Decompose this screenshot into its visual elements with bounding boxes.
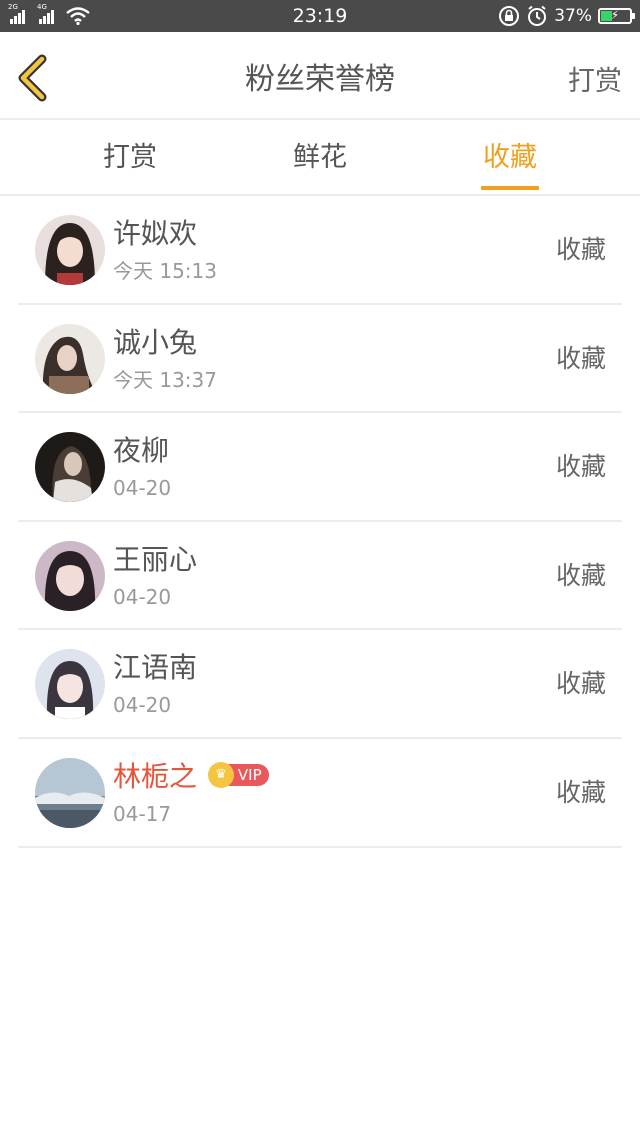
- tab-bar: 打赏 鲜花 收藏: [0, 120, 640, 196]
- avatar: [35, 432, 105, 503]
- battery-charging-icon: ⚡: [598, 8, 635, 24]
- list-item[interactable]: 江语南 04-20 收藏: [18, 630, 622, 739]
- fan-time: 04-20: [113, 584, 172, 609]
- rotation-lock-icon: [499, 6, 520, 26]
- fan-action-label: 收藏: [555, 452, 606, 482]
- fan-action-label: 收藏: [555, 777, 606, 807]
- reward-button[interactable]: 打赏: [568, 62, 622, 102]
- fan-time: 今天 15:13: [113, 259, 217, 283]
- fan-action-label: 收藏: [555, 235, 606, 264]
- fan-name-text: 林栀之: [113, 759, 198, 793]
- fan-time: 04-20: [113, 476, 172, 501]
- avatar: [35, 757, 105, 828]
- crown-icon: ♛: [207, 761, 234, 788]
- nav-bar: 粉丝荣誉榜 打赏: [0, 32, 640, 120]
- status-bar: 2G 4G 23:19 37% ⚡: [0, 0, 640, 32]
- page-title: 粉丝荣誉榜: [245, 62, 395, 97]
- charging-bolt-icon: ⚡: [610, 8, 620, 22]
- vip-badge: ♛ VIP: [207, 761, 269, 788]
- fan-action-label: 收藏: [555, 343, 606, 373]
- list-item[interactable]: 夜柳 04-20 收藏: [18, 413, 622, 522]
- battery-percent: 37%: [554, 6, 592, 26]
- fan-time: 04-20: [113, 693, 172, 718]
- vip-label: VIP: [227, 763, 269, 786]
- avatar: [35, 540, 105, 611]
- tab-flowers[interactable]: 鲜花: [260, 138, 380, 178]
- active-tab-indicator: [481, 186, 539, 190]
- fan-name: 夜柳: [113, 434, 170, 468]
- tab-reward[interactable]: 打赏: [70, 138, 190, 178]
- fan-name: 林栀之 ♛ VIP: [113, 757, 269, 797]
- status-right: 37% ⚡: [498, 4, 635, 28]
- fan-action-label: 收藏: [555, 560, 606, 590]
- fan-list: 许姒欢 今天 15:13 收藏 诚小兔 今天 13:37 收藏 夜柳 04-20…: [0, 196, 640, 848]
- fan-action-label: 收藏: [555, 669, 606, 699]
- avatar: [35, 323, 105, 394]
- tab-favorites[interactable]: 收藏: [450, 138, 570, 178]
- avatar: [35, 649, 105, 720]
- fan-name: 王丽心: [113, 542, 198, 576]
- avatar: [35, 215, 105, 285]
- list-item[interactable]: 诚小兔 今天 13:37 收藏: [18, 305, 622, 414]
- alarm-icon: [528, 5, 547, 26]
- fan-time: 今天 13:37: [113, 367, 217, 392]
- fan-name: 江语南: [113, 651, 198, 685]
- list-item[interactable]: 王丽心 04-20 收藏: [18, 522, 622, 631]
- list-item[interactable]: 许姒欢 今天 15:13 收藏: [18, 196, 622, 305]
- fan-time: 04-17: [113, 801, 172, 826]
- fan-name: 许姒欢: [113, 217, 198, 250]
- fan-name: 诚小兔: [113, 325, 198, 359]
- list-item[interactable]: 林栀之 ♛ VIP 04-17 收藏: [18, 739, 622, 848]
